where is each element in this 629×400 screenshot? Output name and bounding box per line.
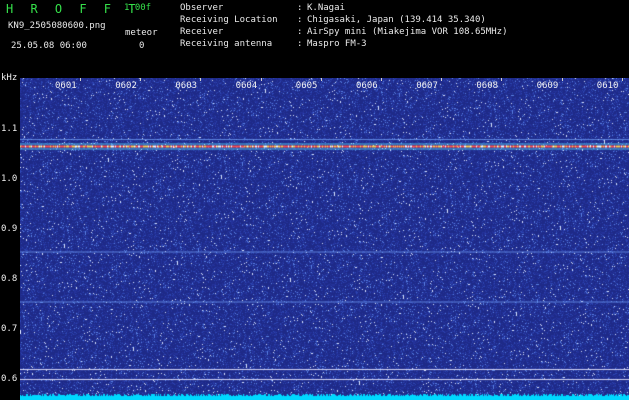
- x-tick-mark: [80, 78, 81, 81]
- hrofft-window: H R O F F T 1.00f KN9_2505080600.png met…: [0, 0, 629, 400]
- colon: :: [297, 15, 303, 25]
- x-tick-label: 0607: [416, 81, 438, 91]
- x-tick-mark: [320, 78, 322, 81]
- observer-value: K.Nagai: [307, 3, 345, 13]
- datetime-label: 25.05.08 06:00: [11, 41, 87, 51]
- y-tick-label: 0.8: [1, 274, 18, 284]
- meteor-count: 0: [139, 41, 145, 51]
- x-tick-mark: [501, 78, 503, 81]
- colon: :: [297, 27, 303, 37]
- observer-label: Observer: [180, 3, 224, 13]
- location-value: Chigasaki, Japan (139.414 35.340): [307, 15, 486, 25]
- x-tick-mark: [260, 78, 262, 81]
- location-label: Receiving Location: [180, 15, 278, 25]
- x-tick-mark: [561, 78, 563, 81]
- x-tick-mark: [381, 78, 382, 81]
- y-tick-label: 0.7: [1, 324, 18, 334]
- x-tick-label: 0610: [596, 81, 619, 91]
- x-tick-label: 0604: [235, 81, 258, 91]
- x-tick-label: 0609: [536, 81, 559, 91]
- colon: :: [297, 3, 303, 13]
- colon: :: [297, 39, 303, 49]
- x-tick-mark: [441, 78, 443, 81]
- version-label: 1.00f: [124, 3, 152, 13]
- x-tick-label: 0606: [356, 81, 378, 91]
- y-unit-label: kHz: [1, 73, 18, 83]
- meteor-label: meteor: [125, 28, 158, 38]
- filename-label: KN9_2505080600.png: [8, 21, 106, 31]
- spectrogram-canvas: [20, 78, 629, 400]
- x-tick-label: 0608: [476, 81, 499, 91]
- y-tick-label: 0.6: [1, 374, 18, 384]
- y-tick-label: 0.9: [1, 224, 18, 234]
- x-tick-mark: [621, 78, 623, 81]
- receiver-value: AirSpy mini (Miakejima VOR 108.65MHz): [307, 27, 508, 37]
- receiver-label: Receiver: [180, 27, 224, 37]
- x-tick-label: 0605: [295, 81, 318, 91]
- app-title: H R O F F T: [6, 2, 141, 16]
- x-tick-label: 0603: [175, 81, 198, 91]
- antenna-label: Receiving antenna: [180, 39, 273, 49]
- x-tick-label: 0602: [115, 81, 137, 91]
- x-tick-mark: [200, 78, 202, 81]
- x-tick-mark: [140, 78, 142, 81]
- y-tick-label: 1.0: [1, 174, 18, 184]
- y-tick-label: 1.1: [1, 124, 18, 134]
- antenna-value: Maspro FM-3: [307, 39, 367, 49]
- x-tick-label: 0601: [55, 81, 77, 91]
